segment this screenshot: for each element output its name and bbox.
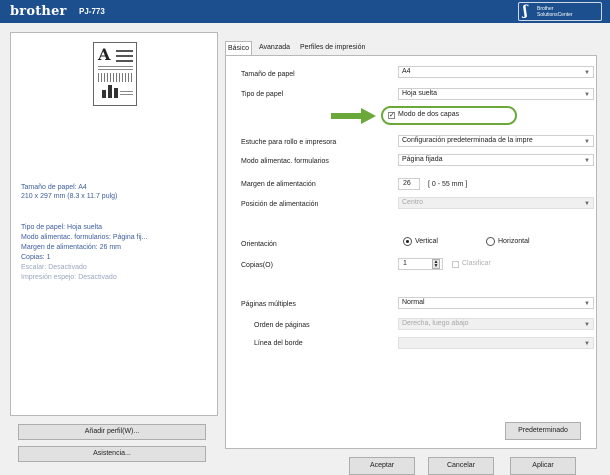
case-label: Estuche para rollo e impresora — [241, 139, 337, 146]
paper-size-select[interactable]: A4 ▼ — [398, 66, 594, 78]
chevron-down-icon: ▼ — [584, 92, 590, 98]
paper-type-select[interactable]: Hoja suelta ▼ — [398, 88, 594, 100]
orientation-horizontal-radio[interactable] — [486, 237, 495, 246]
feed-position-label: Posición de alimentación — [241, 201, 319, 208]
summary-paper-size: Tamaño de papel: A4 — [21, 184, 87, 191]
border-line-label: Línea del borde — [254, 340, 303, 347]
settings-summary-pane: A Tamaño de papel: A4 210 x 297 mm (8.3 … — [10, 32, 218, 416]
solutions-center-link[interactable]: ʃ Brother SolutionsCenter — [518, 2, 602, 21]
chevron-down-icon: ▼ — [584, 201, 590, 207]
multiple-pages-select[interactable]: Normal ▼ — [398, 297, 594, 309]
collate-label: Clasificar — [462, 260, 491, 267]
printer-preferences-window: brother PJ-773 ʃ Brother SolutionsCenter… — [0, 0, 610, 475]
brother-banner: brother PJ-773 ʃ Brother SolutionsCenter — [0, 0, 610, 23]
feed-mode-value: Página fijada — [402, 156, 443, 163]
chevron-down-icon: ▼ — [584, 322, 590, 328]
summary-copies: Copias: 1 — [21, 254, 51, 261]
collate-checkbox[interactable] — [452, 261, 459, 268]
solutions-center-icon: ʃ — [523, 3, 528, 19]
orientation-horizontal-label: Horizontal — [498, 238, 530, 245]
summary-feed-margin: Margen de alimentación: 26 mm — [21, 244, 121, 251]
chevron-down-icon: ▼ — [584, 158, 590, 164]
chevron-down-icon: ▼ — [584, 301, 590, 307]
summary-paper-type: Tipo de papel: Hoja suelta — [21, 224, 103, 231]
orientation-vertical-label: Vertical — [415, 238, 438, 245]
tab-print-profiles[interactable]: Perfiles de impresión — [298, 41, 367, 55]
default-button[interactable]: Predeterminado — [505, 422, 581, 440]
paper-type-value: Hoja suelta — [402, 90, 438, 97]
brother-logo: brother — [10, 4, 67, 19]
feed-mode-label: Modo alimentac. formularios — [241, 158, 329, 165]
two-layer-mode-label: Modo de dos capas — [398, 111, 460, 118]
cancel-button[interactable]: Cancelar — [428, 457, 494, 475]
page-order-label: Orden de páginas — [254, 322, 310, 329]
page-order-select[interactable]: Derecha, luego abajo ▼ — [398, 318, 594, 330]
green-arrow-icon — [331, 108, 376, 124]
summary-feed-mode: Modo alimentac. formularios: Página fij.… — [21, 234, 148, 241]
support-button[interactable]: Asistencia... — [18, 446, 206, 462]
feed-margin-range: [ 0 - 55 mm ] — [428, 181, 468, 188]
orientation-vertical-radio[interactable] — [403, 237, 412, 246]
paper-size-label: Tamaño de papel — [241, 71, 295, 78]
feed-position-select[interactable]: Centro ▼ — [398, 197, 594, 209]
chevron-down-icon: ▼ — [584, 341, 590, 347]
two-layer-mode-checkbox[interactable]: ✓ — [388, 112, 395, 119]
paper-type-label: Tipo de papel — [241, 91, 284, 98]
printer-document-preview-icon: A — [93, 42, 137, 106]
multiple-pages-label: Páginas múltiples — [241, 301, 296, 308]
solutions-center-label-2: SolutionsCenter — [537, 12, 573, 18]
feed-margin-input[interactable]: 26 — [398, 178, 420, 190]
summary-mirror: Impresión espejo: Desactivado — [21, 274, 117, 281]
chevron-down-icon: ▼ — [584, 70, 590, 76]
feed-mode-select[interactable]: Página fijada ▼ — [398, 154, 594, 166]
feed-margin-label: Margen de alimentación — [241, 181, 316, 188]
page-order-value: Derecha, luego abajo — [402, 320, 469, 327]
paper-size-value: A4 — [402, 68, 411, 75]
summary-scale: Escalar: Desactivado — [21, 264, 87, 271]
spinner-icon[interactable]: ▲ ▼ — [432, 259, 440, 269]
add-profile-button[interactable]: Añadir perfil(W)... — [18, 424, 206, 440]
case-value: Configuración predeterminada de la impre — [402, 137, 533, 144]
summary-paper-dimensions: 210 x 297 mm (8.3 x 11.7 pulg) — [21, 193, 118, 200]
tab-basic[interactable]: Básico — [225, 41, 253, 56]
case-select[interactable]: Configuración predeterminada de la impre… — [398, 135, 594, 147]
accept-button[interactable]: Aceptar — [349, 457, 415, 475]
apply-button[interactable]: Aplicar — [510, 457, 576, 475]
multiple-pages-value: Normal — [402, 299, 425, 306]
tab-advanced[interactable]: Avanzada — [257, 41, 292, 55]
chevron-down-icon: ▼ — [584, 139, 590, 145]
feed-position-value: Centro — [402, 199, 424, 206]
copies-label: Copias(O) — [241, 262, 273, 269]
orientation-label: Orientación — [241, 241, 277, 248]
model-name: PJ-773 — [79, 7, 105, 16]
border-line-select[interactable]: ▼ — [398, 337, 594, 349]
